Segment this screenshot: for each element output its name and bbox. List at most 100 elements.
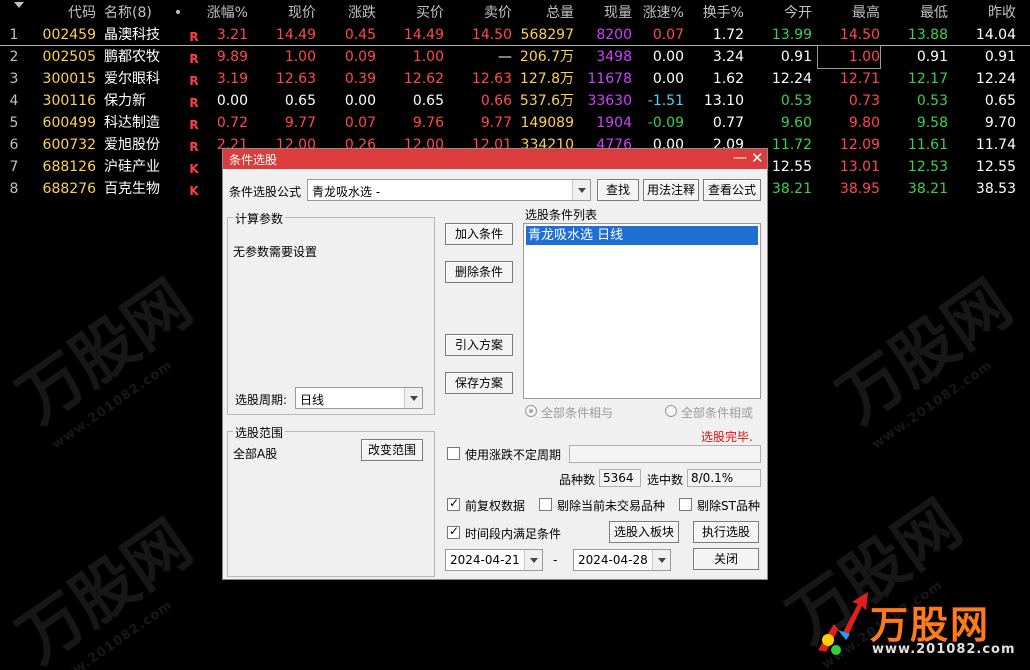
period-select[interactable]: 日线 — [295, 387, 423, 409]
column-header-turnover[interactable]: 换手% — [688, 2, 744, 24]
column-header-change[interactable]: 涨跌 — [320, 2, 376, 24]
condition-list[interactable]: 青龙吸水选 日线 — [523, 223, 761, 399]
time-condition-checkbox[interactable] — [447, 524, 460, 539]
open-cell: 0.91 — [780, 49, 812, 65]
current-volume-cell: 1904 — [596, 115, 632, 131]
buy-cell: 12.62 — [403, 71, 444, 87]
buy-cell: 9.76 — [412, 115, 444, 131]
selected-field: 8/0.1% — [687, 469, 761, 487]
name-cell: 晶澳科技 — [104, 27, 160, 43]
chevron-down-icon[interactable] — [652, 550, 670, 570]
logo-url: www.201082.com — [872, 642, 1016, 657]
minimize-icon[interactable]: — — [733, 150, 747, 166]
column-header-dot[interactable]: • — [172, 2, 184, 24]
execute-selection-button[interactable]: 执行选股 — [693, 521, 759, 543]
date-from-picker[interactable]: 2024-04-21 — [445, 549, 543, 571]
uncertain-period-checkbox[interactable] — [447, 447, 460, 460]
prev-close-cell: 9.70 — [984, 115, 1016, 131]
name-cell: 沪硅产业 — [104, 159, 160, 175]
forward-adjust-checkbox[interactable] — [447, 496, 460, 511]
count-label: 品种数 — [559, 473, 596, 487]
open-cell: 13.99 — [771, 27, 812, 43]
high-cell: 13.01 — [839, 159, 880, 175]
exclude-nontrade-checkbox[interactable] — [539, 498, 552, 511]
uncertain-period-label: 使用涨跌不定周期 — [465, 448, 562, 462]
date-to-value: 2024-04-28 — [578, 553, 648, 567]
dialog-titlebar[interactable]: 条件选股 — ✕ — [223, 149, 767, 169]
change-pct-cell: 0.72 — [216, 115, 248, 131]
table-row[interactable]: 4 R 300116 保力新 0.00 0.65 0.00 0.65 0.66 537.6万 336… — [0, 90, 1030, 112]
code-cell: 688276 — [42, 181, 96, 197]
volume-cell: 127.8万 — [519, 71, 574, 87]
name-cell: 科达制造 — [104, 115, 160, 131]
date-to-picker[interactable]: 2024-04-28 — [573, 549, 671, 571]
column-header-volume[interactable]: 总量 — [514, 2, 574, 24]
low-cell: 11.61 — [907, 137, 948, 153]
column-header-price[interactable]: 现价 — [250, 2, 316, 24]
price-cell: 0.65 — [284, 93, 316, 109]
chevron-down-icon[interactable] — [572, 180, 590, 200]
low-cell: 12.17 — [907, 71, 948, 87]
formula-select[interactable]: 青龙吸水选 - — [307, 179, 591, 201]
formula-label: 条件选股公式 — [229, 185, 302, 199]
sell-cell: 14.50 — [471, 27, 512, 43]
list-item[interactable]: 青龙吸水选 日线 — [526, 226, 758, 245]
radio-all-and[interactable] — [525, 405, 537, 417]
column-header-change-pct[interactable]: 涨幅% — [200, 2, 248, 24]
column-header-prev-close[interactable]: 昨收 — [952, 2, 1016, 24]
radio-all-or-label: 全部条件相或 — [681, 406, 754, 420]
high-cell: 9.80 — [848, 115, 880, 131]
high-cell: 12.09 — [839, 137, 880, 153]
column-header-low[interactable]: 最低 — [886, 2, 948, 24]
code-cell: 600499 — [42, 115, 96, 131]
close-dialog-button[interactable]: 关闭 — [693, 548, 759, 570]
price-cell: 1.00 — [284, 49, 316, 65]
close-icon[interactable]: ✕ — [751, 149, 764, 167]
import-scheme-button[interactable]: 引入方案 — [445, 334, 513, 356]
low-cell: 0.53 — [916, 93, 948, 109]
uncertain-period-field[interactable] — [569, 445, 761, 463]
exclude-st-checkbox[interactable] — [679, 498, 692, 511]
view-formula-button[interactable]: 查看公式 — [703, 179, 761, 201]
radio-all-or[interactable] — [665, 405, 677, 417]
column-header-open[interactable]: 今开 — [750, 2, 812, 24]
to-block-button[interactable]: 选股入板块 — [609, 521, 679, 543]
params-text: 无参数需要设置 — [233, 245, 318, 259]
buy-cell: 1.00 — [412, 49, 444, 65]
change-cell: 0.39 — [344, 71, 376, 87]
sell-cell: — — [498, 49, 512, 65]
table-row[interactable]: 3 R 300015 爱尔眼科 3.19 12.63 0.39 12.62 12.63 127.8… — [0, 68, 1030, 90]
save-scheme-button[interactable]: 保存方案 — [445, 372, 513, 394]
date-from-value: 2024-04-21 — [450, 553, 520, 567]
speed-cell: -0.09 — [647, 115, 684, 131]
table-row[interactable]: 5 R 600499 科达制造 0.72 9.77 0.07 9.76 9.77 149089 19… — [0, 112, 1030, 134]
change-range-button[interactable]: 改变范围 — [361, 439, 423, 461]
code-cell: 002505 — [42, 49, 96, 65]
code-cell: 300116 — [42, 93, 96, 109]
chevron-down-icon[interactable] — [524, 550, 542, 570]
dialog-title: 条件选股 — [229, 153, 278, 167]
usage-notes-button[interactable]: 用法注释 — [643, 179, 699, 201]
add-condition-button[interactable]: 加入条件 — [445, 223, 513, 245]
low-cell: 0.91 — [916, 49, 948, 65]
table-row[interactable]: 2 R 002505 鹏都农牧 9.89 1.00 0.09 1.00—206.7万 3498 0… — [0, 45, 1030, 69]
sort-down-icon[interactable] — [14, 2, 24, 8]
volume-cell: 568297 — [520, 27, 574, 43]
column-header-buy[interactable]: 买价 — [380, 2, 444, 24]
find-button[interactable]: 查找 — [597, 179, 639, 201]
table-row[interactable]: 1 R 002459 晶澳科技 3.21 14.49 0.45 14.49 14.50 56829… — [0, 24, 1030, 46]
open-cell: 12.24 — [771, 71, 812, 87]
chevron-down-icon[interactable] — [404, 388, 422, 408]
column-header-speed[interactable]: 涨速% — [636, 2, 684, 24]
forward-adjust-label: 前复权数据 — [465, 499, 526, 513]
row-index: 3 — [9, 71, 19, 87]
column-header-sell[interactable]: 卖价 — [450, 2, 512, 24]
current-volume-cell: 33630 — [587, 93, 632, 109]
column-header-name[interactable]: 名称(8) — [104, 2, 176, 24]
column-header-high[interactable]: 最高 — [818, 2, 880, 24]
column-header-current[interactable]: 现量 — [576, 2, 632, 24]
code-cell: 300015 — [42, 71, 96, 87]
delete-condition-button[interactable]: 删除条件 — [445, 261, 513, 283]
low-cell: 13.88 — [907, 27, 948, 43]
column-header-code[interactable]: 代码 — [30, 2, 96, 24]
